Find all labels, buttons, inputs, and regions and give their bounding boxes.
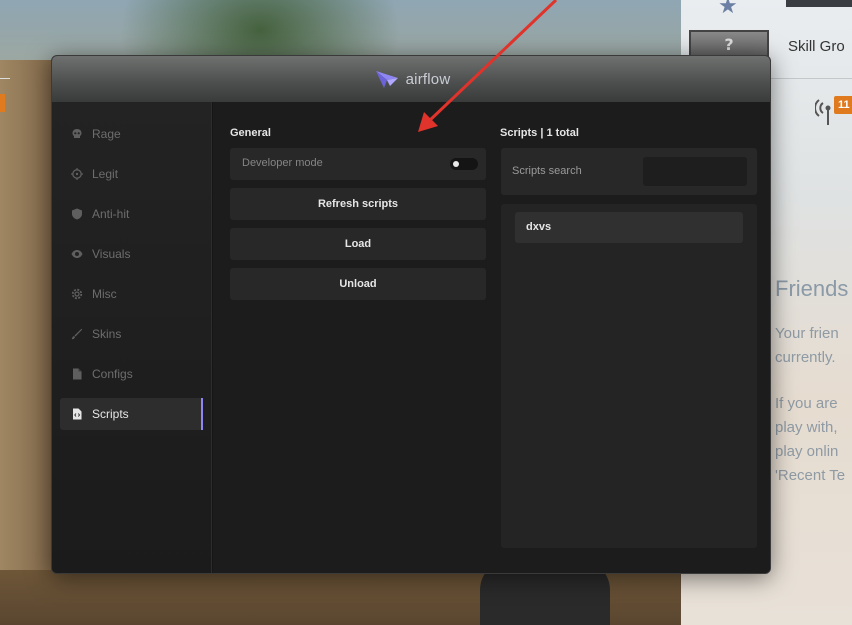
airflow-window: airflow Rage Legit Anti-hit Visuals Misc…: [51, 55, 771, 574]
sidebar-item-misc[interactable]: Misc: [60, 278, 203, 310]
friends-description: Your frien currently. If you are play wi…: [775, 322, 852, 488]
sidebar-item-rage[interactable]: Rage: [60, 118, 203, 150]
window-titlebar[interactable]: airflow: [52, 56, 770, 102]
friends-text-line: play onlin: [775, 443, 839, 460]
sidebar-item-label: Visuals: [92, 247, 131, 261]
sidebar-item-legit[interactable]: Legit: [60, 158, 203, 190]
load-button[interactable]: Load: [230, 228, 486, 260]
sidebar-item-label: Legit: [92, 167, 119, 181]
scripts-search-input[interactable]: [643, 157, 747, 186]
brand: airflow: [374, 68, 451, 90]
developer-mode-row[interactable]: Developer mode: [230, 148, 486, 180]
document-icon: [71, 368, 83, 380]
sidebar-item-label: Anti-hit: [92, 207, 130, 221]
sidebar-item-anti-hit[interactable]: Anti-hit: [60, 198, 203, 230]
developer-mode-label: Developer mode: [242, 157, 323, 169]
notification-count-badge: 11: [834, 96, 852, 114]
general-section-title: General: [230, 127, 271, 139]
developer-mode-toggle[interactable]: [450, 158, 478, 170]
friends-text-line: Your frien: [775, 325, 839, 342]
shield-icon: [71, 208, 83, 220]
eye-icon: [71, 248, 83, 260]
skull-icon: [71, 128, 83, 140]
sidebar-item-scripts[interactable]: Scripts: [60, 398, 203, 430]
sidebar-item-visuals[interactable]: Visuals: [60, 238, 203, 270]
friends-text-line: If you are: [775, 395, 838, 412]
sidebar-item-skins[interactable]: Skins: [60, 318, 203, 350]
friends-text-line: 'Recent Te: [775, 467, 846, 484]
crosshair-icon: [71, 168, 83, 180]
sidebar-item-label: Skins: [92, 327, 122, 341]
scripts-list: dxvs: [501, 204, 757, 548]
sidebar-item-label: Configs: [92, 367, 133, 381]
scripts-search-row: Scripts search: [501, 148, 757, 195]
unload-button[interactable]: Unload: [230, 268, 486, 300]
friends-text-line: play with,: [775, 419, 838, 436]
background-line: [0, 78, 10, 79]
skill-group-label: Skill Gro: [788, 38, 845, 55]
rank-star-icon: ★: [718, 0, 738, 19]
refresh-scripts-button[interactable]: Refresh scripts: [230, 188, 486, 220]
gear-icon: [71, 288, 83, 300]
background-badge: [0, 94, 5, 112]
friends-panel-top-bar: [786, 0, 852, 7]
friends-title: Friends: [775, 276, 849, 301]
script-file-icon: [71, 408, 83, 420]
sidebar-item-label: Misc: [92, 287, 117, 301]
sidebar-item-label: Rage: [92, 127, 121, 141]
friends-text-line: currently.: [775, 349, 836, 366]
friends-text-line: [775, 370, 852, 392]
app-title: airflow: [405, 70, 451, 88]
toggle-knob: [453, 161, 459, 167]
scripts-search-label: Scripts search: [512, 165, 582, 177]
brush-icon: [71, 328, 83, 340]
scripts-page: General Developer mode Refresh scripts L…: [213, 102, 770, 573]
scripts-section-title: Scripts | 1 total: [500, 127, 579, 139]
airflow-logo-icon: [375, 71, 398, 88]
sidebar: Rage Legit Anti-hit Visuals Misc Skins C…: [52, 102, 212, 573]
sidebar-item-label: Scripts: [92, 407, 129, 421]
sidebar-item-configs[interactable]: Configs: [60, 358, 203, 390]
script-list-item[interactable]: dxvs: [515, 212, 743, 243]
